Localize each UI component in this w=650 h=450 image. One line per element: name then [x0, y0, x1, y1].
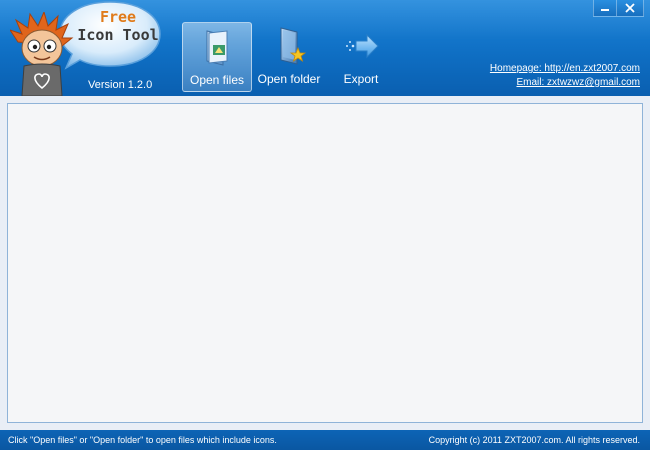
export-arrow-icon: [346, 33, 379, 59]
close-icon: [625, 3, 635, 13]
logo-title-line2: Icon Tool: [77, 26, 159, 44]
icon-list-panel[interactable]: [7, 103, 643, 423]
open-files-button[interactable]: Open files: [182, 22, 252, 92]
logo-title: Free Icon Tool: [74, 8, 162, 44]
export-button[interactable]: Export: [326, 22, 396, 92]
app-logo: Free Icon Tool Version 1.2.0: [8, 0, 161, 96]
status-bar: Click "Open files" or "Open folder" to o…: [0, 430, 650, 450]
content-frame: [0, 96, 650, 430]
logo-title-line1: Free: [99, 8, 137, 26]
version-label: Version 1.2.0: [88, 79, 153, 91]
copyright-text: Copyright (c) 2011 ZXT2007.com. All righ…: [428, 435, 640, 445]
minimize-icon: [601, 9, 609, 11]
homepage-link[interactable]: Homepage: http://en.zxt2007.com: [490, 62, 640, 76]
open-files-label: Open files: [189, 73, 245, 87]
main-toolbar: Open files Open folder Export: [182, 22, 398, 92]
close-button[interactable]: [617, 0, 644, 17]
minimize-button[interactable]: [593, 0, 617, 17]
email-link[interactable]: Email: zxtwzwz@gmail.com: [490, 76, 640, 90]
window-controls: [593, 0, 644, 17]
mascot-icon: [10, 12, 74, 96]
export-label: Export: [343, 72, 379, 86]
header-links: Homepage: http://en.zxt2007.com Email: z…: [490, 62, 640, 90]
status-hint: Click "Open files" or "Open folder" to o…: [8, 435, 277, 445]
app-window: Free Icon Tool Version 1.2.0 Open files …: [0, 0, 650, 450]
open-folder-icon: [280, 27, 307, 65]
open-folder-label: Open folder: [257, 72, 321, 86]
header: Free Icon Tool Version 1.2.0 Open files …: [0, 0, 650, 96]
open-files-icon: [206, 30, 228, 66]
open-folder-button[interactable]: Open folder: [254, 22, 324, 92]
